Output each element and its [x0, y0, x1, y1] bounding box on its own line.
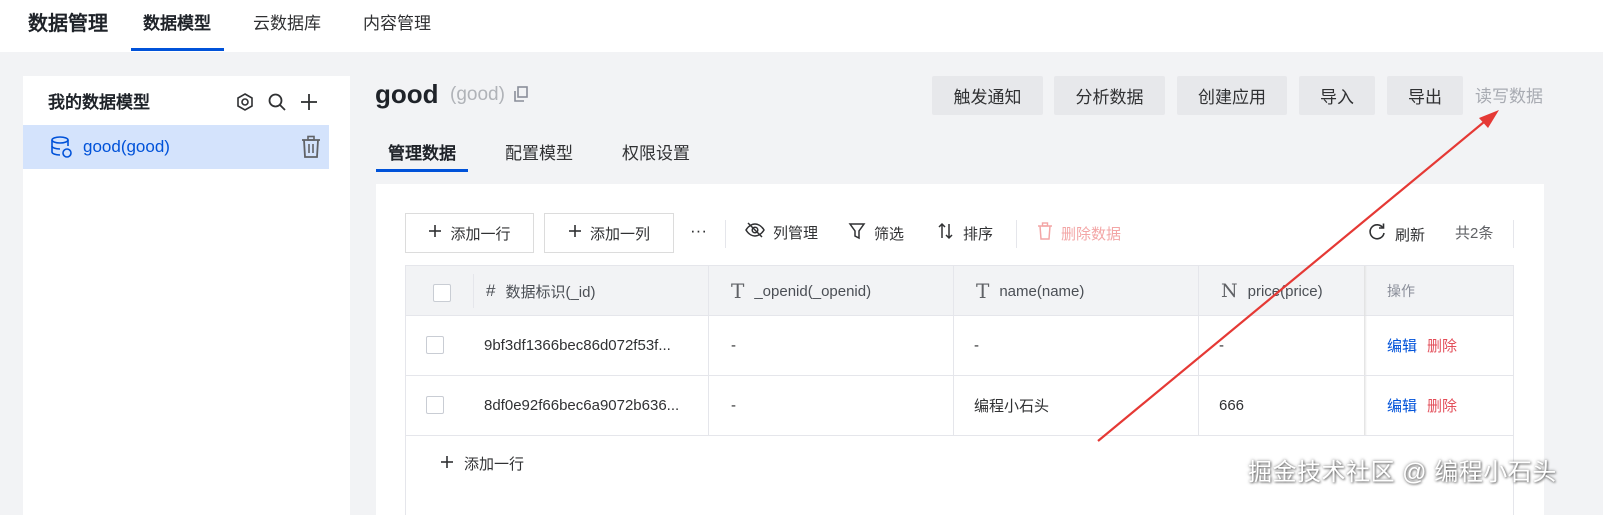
record-count: 共2条 [1455, 225, 1494, 242]
app-title: 数据管理 [28, 13, 108, 35]
tab-permission-settings[interactable]: 权限设置 [622, 142, 690, 166]
sort-label: 排序 [963, 225, 994, 243]
add-row-button[interactable]: 添加一行 [405, 213, 534, 253]
text-type-icon: T [731, 279, 745, 303]
column-header-label: name(name) [999, 282, 1085, 300]
eye-off-icon [745, 222, 765, 245]
column-header-name[interactable]: T name(name) [976, 266, 1084, 316]
active-subtab-indicator [376, 169, 468, 172]
filter-label: 筛选 [874, 225, 905, 243]
cell-price[interactable]: 666 [1219, 376, 1244, 435]
database-icon [49, 135, 73, 159]
tab-configure-model[interactable]: 配置模型 [505, 142, 573, 166]
cell-name[interactable]: - [974, 316, 979, 375]
toolbar-divider [1513, 220, 1514, 248]
column-header-label: price(price) [1247, 282, 1323, 300]
nav-tab-content-management[interactable]: 内容管理 [363, 12, 431, 36]
add-column-label: 添加一列 [589, 225, 650, 243]
column-divider [473, 274, 474, 308]
row-checkbox[interactable] [426, 336, 444, 354]
delete-data-button[interactable]: 删除数据 [1037, 222, 1121, 247]
cell-price[interactable]: - [1219, 316, 1224, 375]
column-manage-button[interactable]: 列管理 [745, 222, 818, 245]
import-button[interactable]: 导入 [1299, 76, 1375, 115]
nav-tab-data-model[interactable]: 数据模型 [143, 12, 211, 36]
filter-icon [848, 222, 866, 247]
search-icon[interactable] [265, 90, 289, 114]
add-column-button[interactable]: 添加一列 [544, 213, 674, 253]
cell-id[interactable]: 8df0e92f66bec6a9072b636... [484, 376, 679, 435]
top-navigation: 数据管理 数据模型 云数据库 内容管理 [0, 0, 1603, 52]
sort-icon [937, 222, 955, 247]
tab-manage-data[interactable]: 管理数据 [388, 142, 456, 166]
select-all-checkbox[interactable] [433, 284, 451, 302]
cell-name[interactable]: 编程小石头 [974, 376, 1049, 435]
plus-icon [568, 224, 582, 242]
trash-icon [1037, 222, 1053, 247]
watermark: 掘金技术社区 @ 编程小石头 [1248, 459, 1557, 486]
edit-row-link[interactable]: 编辑 [1387, 335, 1417, 356]
cell-id[interactable]: 9bf3df1366bec86d072f53f... [484, 316, 671, 375]
read-write-data-button[interactable]: 读写数据 [1475, 85, 1543, 109]
nav-tab-cloud-database[interactable]: 云数据库 [253, 12, 321, 36]
sort-button[interactable]: 排序 [937, 222, 993, 247]
table-row: 9bf3df1366bec86d072f53f... - - - 编辑 删除 [406, 316, 1513, 376]
column-header-label: 数据标识(_id) [505, 283, 596, 301]
page-title: good [375, 79, 439, 109]
add-model-icon[interactable] [297, 90, 321, 114]
row-checkbox[interactable] [426, 396, 444, 414]
delete-model-icon[interactable] [300, 135, 322, 159]
cell-openid[interactable]: - [731, 316, 736, 375]
plus-icon [428, 224, 442, 242]
add-row-inline-button[interactable]: 添加一行 [440, 453, 524, 474]
edit-row-link[interactable]: 编辑 [1387, 395, 1417, 416]
column-header-openid[interactable]: T _openid(_openid) [731, 266, 871, 316]
column-header-id[interactable]: # 数据标识(_id) [486, 266, 595, 316]
refresh-icon [1367, 222, 1387, 249]
add-row-label: 添加一行 [464, 456, 525, 473]
table-header: # 数据标识(_id) T _openid(_openid) T name(na… [406, 266, 1513, 316]
text-type-icon: T [976, 279, 990, 303]
analyze-data-button[interactable]: 分析数据 [1054, 76, 1165, 115]
column-header-actions: 操作 [1387, 283, 1415, 299]
more-options-button[interactable]: ··· [690, 220, 707, 242]
sidebar-item-good[interactable]: good(good) [23, 125, 329, 169]
cell-openid[interactable]: - [731, 376, 736, 435]
number-type-icon: # [486, 281, 496, 300]
toolbar-divider [725, 220, 726, 248]
column-manage-label: 列管理 [773, 224, 819, 242]
trigger-notification-button[interactable]: 触发通知 [932, 76, 1043, 115]
refresh-button[interactable]: 刷新 [1367, 222, 1425, 249]
sidebar-item-label: good(good) [83, 137, 170, 156]
active-tab-indicator [131, 48, 224, 51]
delete-row-link[interactable]: 删除 [1427, 335, 1457, 356]
number-type-icon: N [1221, 280, 1238, 302]
create-app-button[interactable]: 创建应用 [1177, 76, 1287, 115]
filter-button[interactable]: 筛选 [848, 222, 904, 247]
settings-icon[interactable] [233, 90, 257, 114]
model-identifier: (good) [450, 84, 505, 105]
delete-data-label: 删除数据 [1061, 225, 1122, 243]
column-header-label: _openid(_openid) [754, 282, 872, 300]
delete-row-link[interactable]: 删除 [1427, 395, 1457, 416]
toolbar-divider [1016, 220, 1017, 248]
sidebar-title: 我的数据模型 [48, 93, 150, 112]
plus-icon [440, 455, 454, 473]
table-row: 8df0e92f66bec6a9072b636... - 编程小石头 666 编… [406, 376, 1513, 436]
refresh-label: 刷新 [1395, 226, 1426, 244]
add-row-label: 添加一行 [450, 225, 511, 243]
model-sidebar: 我的数据模型 good(good) [23, 76, 350, 515]
column-header-price[interactable]: N price(price) [1221, 266, 1323, 316]
copy-icon[interactable] [514, 86, 528, 102]
export-button[interactable]: 导出 [1387, 76, 1463, 115]
